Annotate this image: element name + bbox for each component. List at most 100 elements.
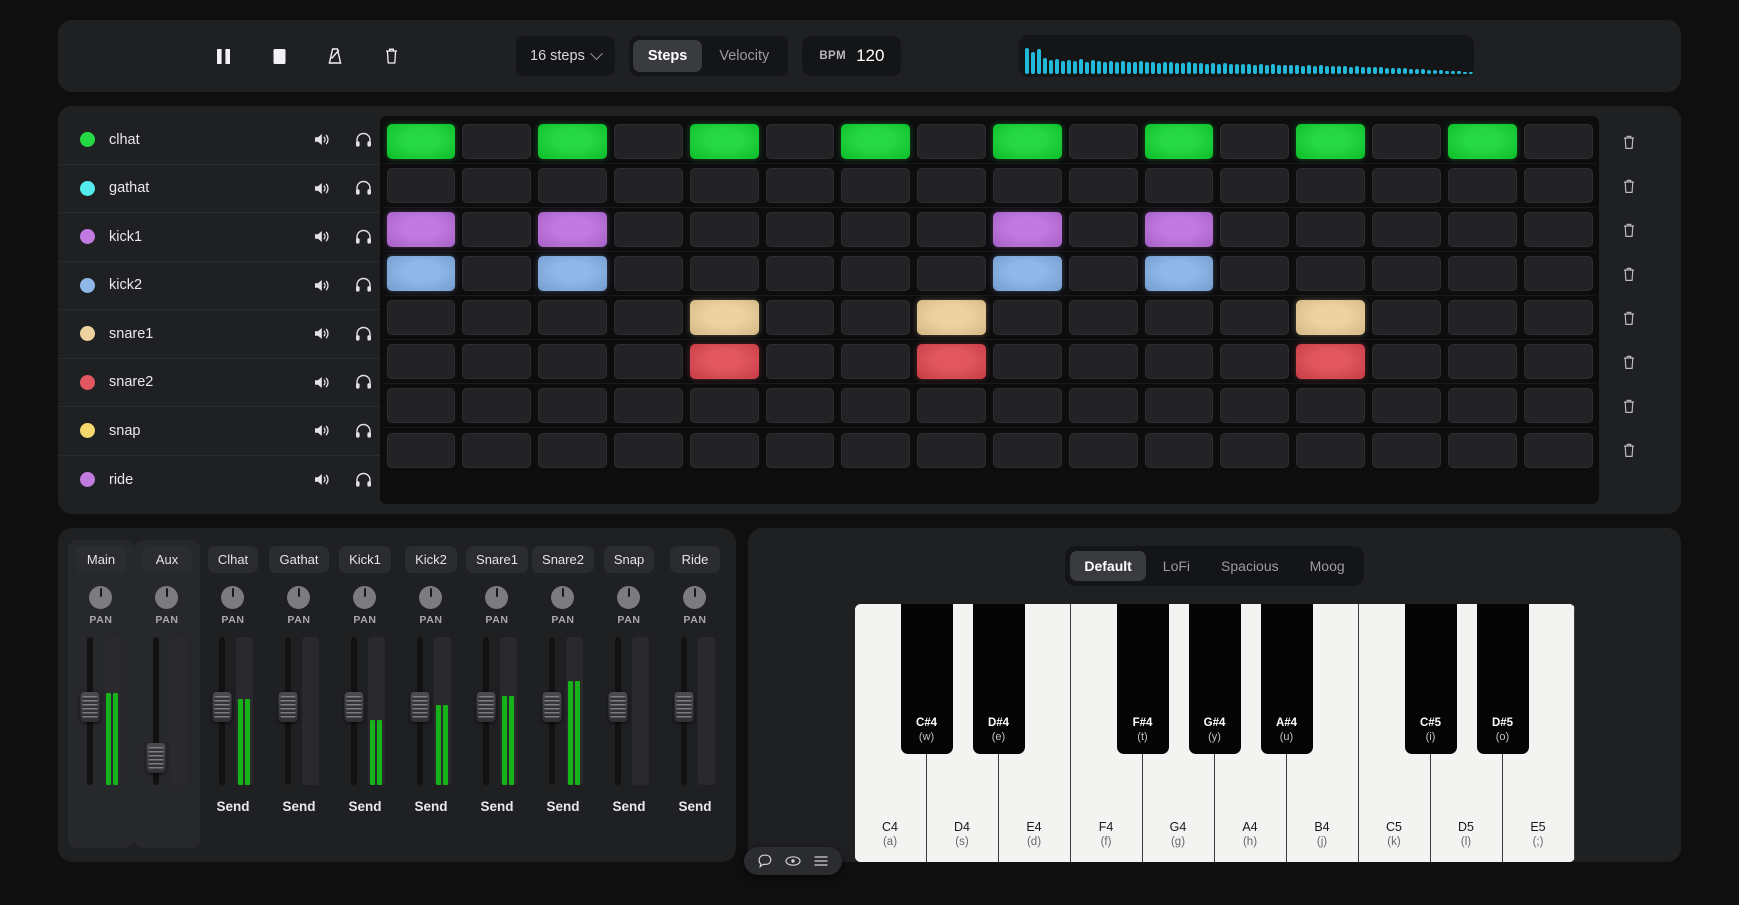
volume-fader[interactable] [544, 637, 561, 785]
step-cell[interactable] [841, 256, 910, 291]
mute-button[interactable] [309, 326, 335, 341]
metronome-button[interactable] [320, 41, 350, 71]
channel-label[interactable]: Kick2 [405, 546, 457, 573]
volume-fader[interactable] [148, 637, 165, 785]
step-cell[interactable] [462, 168, 531, 203]
step-cell[interactable] [917, 433, 986, 468]
pan-knob[interactable] [89, 586, 112, 609]
step-cell[interactable] [1296, 300, 1365, 335]
step-cell[interactable] [1296, 124, 1365, 159]
mute-button[interactable] [309, 375, 335, 390]
send-button[interactable]: Send [540, 795, 585, 818]
step-cell[interactable] [614, 256, 683, 291]
step-cell[interactable] [1145, 300, 1214, 335]
step-cell[interactable] [690, 388, 759, 423]
step-cell[interactable] [1448, 168, 1517, 203]
step-cell[interactable] [841, 212, 910, 247]
step-cell[interactable] [462, 344, 531, 379]
step-cell[interactable] [841, 433, 910, 468]
step-cell[interactable] [1220, 344, 1289, 379]
step-cell[interactable] [614, 124, 683, 159]
step-cell[interactable] [993, 212, 1062, 247]
step-cell[interactable] [993, 256, 1062, 291]
preset-tab[interactable]: Default [1070, 551, 1145, 581]
channel-label[interactable]: Clhat [208, 546, 258, 573]
step-cell[interactable] [917, 256, 986, 291]
send-button[interactable]: Send [474, 795, 519, 818]
step-cell[interactable] [1524, 212, 1593, 247]
step-cell[interactable] [538, 433, 607, 468]
step-cell[interactable] [387, 344, 456, 379]
step-cell[interactable] [1145, 124, 1214, 159]
step-cell[interactable] [1524, 300, 1593, 335]
step-cell[interactable] [1372, 168, 1441, 203]
step-cell[interactable] [387, 168, 456, 203]
step-cell[interactable] [614, 300, 683, 335]
solo-button[interactable] [350, 180, 376, 196]
volume-fader[interactable] [478, 637, 495, 785]
step-cell[interactable] [614, 388, 683, 423]
step-cell[interactable] [766, 344, 835, 379]
step-cell[interactable] [538, 344, 607, 379]
step-cell[interactable] [1069, 300, 1138, 335]
mute-button[interactable] [309, 181, 335, 196]
step-cell[interactable] [1069, 124, 1138, 159]
piano-black-key[interactable]: C#5(i) [1405, 604, 1457, 754]
mute-button[interactable] [309, 229, 335, 244]
step-cell[interactable] [993, 388, 1062, 423]
solo-button[interactable] [350, 229, 376, 245]
send-button[interactable]: Send [276, 795, 321, 818]
step-cell[interactable] [538, 168, 607, 203]
step-cell[interactable] [462, 256, 531, 291]
solo-button[interactable] [350, 374, 376, 390]
mute-button[interactable] [309, 278, 335, 293]
step-cell[interactable] [1448, 344, 1517, 379]
pan-knob[interactable] [419, 586, 442, 609]
step-cell[interactable] [387, 388, 456, 423]
pan-knob[interactable] [683, 586, 706, 609]
step-cell[interactable] [1069, 256, 1138, 291]
step-cell[interactable] [1145, 344, 1214, 379]
mute-button[interactable] [309, 132, 335, 147]
step-cell[interactable] [841, 344, 910, 379]
step-cell[interactable] [917, 124, 986, 159]
step-cell[interactable] [993, 300, 1062, 335]
step-cell[interactable] [1372, 433, 1441, 468]
volume-fader[interactable] [214, 637, 231, 785]
mute-button[interactable] [309, 423, 335, 438]
channel-label[interactable]: Snare2 [532, 546, 594, 573]
step-cell[interactable] [1296, 168, 1365, 203]
step-cell[interactable] [1296, 433, 1365, 468]
step-cell[interactable] [1448, 300, 1517, 335]
channel-label[interactable]: Ride [670, 546, 720, 573]
step-cell[interactable] [387, 300, 456, 335]
step-cell[interactable] [387, 124, 456, 159]
step-cell[interactable] [1524, 256, 1593, 291]
step-cell[interactable] [1220, 212, 1289, 247]
step-cell[interactable] [538, 212, 607, 247]
step-cell[interactable] [841, 300, 910, 335]
step-cell[interactable] [766, 212, 835, 247]
fader-handle[interactable] [147, 743, 166, 773]
send-button[interactable]: Send [342, 795, 387, 818]
step-cell[interactable] [690, 168, 759, 203]
pan-knob[interactable] [221, 586, 244, 609]
solo-button[interactable] [350, 277, 376, 293]
piano-black-key[interactable]: D#5(o) [1477, 604, 1529, 754]
delete-track-button[interactable] [1599, 208, 1659, 252]
eye-icon[interactable] [785, 855, 801, 867]
step-cell[interactable] [1448, 256, 1517, 291]
channel-label[interactable]: Main [76, 546, 126, 573]
channel-label[interactable]: Snare1 [466, 546, 528, 573]
solo-button[interactable] [350, 132, 376, 148]
step-cell[interactable] [1372, 256, 1441, 291]
step-cell[interactable] [917, 212, 986, 247]
fader-handle[interactable] [213, 692, 232, 722]
step-cell[interactable] [841, 168, 910, 203]
step-cell[interactable] [841, 388, 910, 423]
step-cell[interactable] [1524, 168, 1593, 203]
delete-track-button[interactable] [1599, 428, 1659, 472]
step-cell[interactable] [538, 388, 607, 423]
step-cell[interactable] [1372, 212, 1441, 247]
piano-black-key[interactable]: G#4(y) [1189, 604, 1241, 754]
